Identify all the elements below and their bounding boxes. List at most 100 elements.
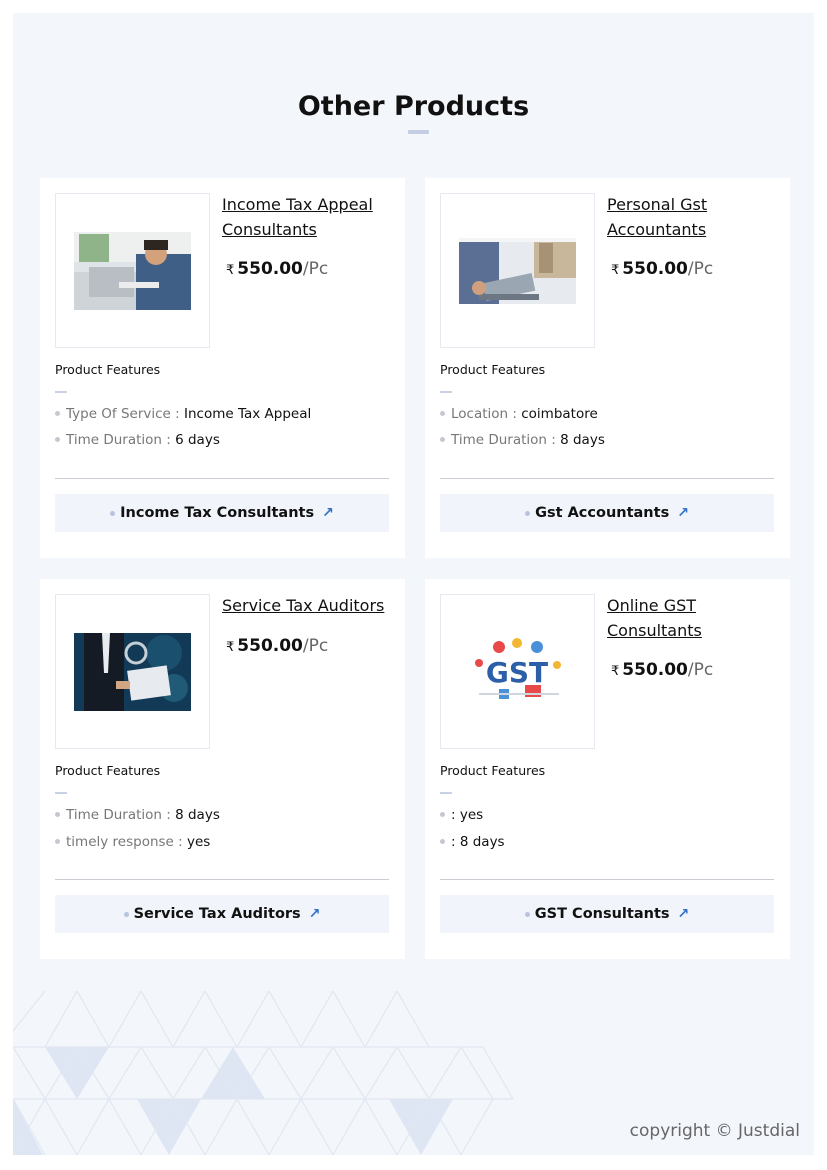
bullet-icon [110, 510, 116, 516]
bullet-icon [55, 410, 60, 416]
product-price: ₹550.00/Pc [226, 636, 328, 656]
product-image-frame[interactable] [55, 193, 210, 348]
product-name-link[interactable]: Personal Gst Accountants [607, 192, 777, 242]
bullet-icon [440, 811, 445, 817]
rupee-icon: ₹ [226, 640, 235, 655]
card-divider [440, 879, 774, 880]
feature-value: yes [459, 807, 484, 823]
product-card: GST Online GST Consultants ₹550.00/Pc Pr… [425, 579, 790, 959]
arrow-up-right-icon: ↗ [677, 505, 689, 521]
feature-item: Time Duration : 6 days [55, 432, 220, 448]
bullet-icon [55, 811, 60, 817]
arrow-up-right-icon: ↗ [308, 906, 321, 922]
product-image-frame[interactable]: GST [440, 594, 595, 749]
section-title: Other Products [297, 91, 530, 122]
feature-value: Income Tax Appeal [184, 406, 312, 422]
price-amount: 550.00 [237, 636, 303, 656]
feature-separator: : [170, 406, 185, 422]
feature-separator: : [161, 807, 176, 823]
feature-item: Time Duration : 8 days [55, 807, 220, 823]
feature-separator: : [451, 807, 460, 823]
feature-separator: : [451, 834, 460, 850]
feature-key: Time Duration [66, 807, 162, 823]
features-title: Product Features [440, 362, 546, 377]
product-image [459, 237, 576, 304]
price-unit: /Pc [687, 259, 714, 279]
features-divider [55, 792, 67, 794]
card-divider [55, 879, 389, 880]
feature-separator: : [546, 432, 561, 448]
feature-separator: : [161, 432, 176, 448]
rupee-icon: ₹ [611, 263, 620, 278]
features-divider [440, 391, 452, 393]
arrow-up-right-icon: ↗ [322, 505, 334, 521]
rupee-icon: ₹ [226, 263, 235, 278]
features-title: Product Features [55, 763, 161, 778]
product-name-link[interactable]: Service Tax Auditors [222, 593, 392, 618]
feature-key: Time Duration [66, 432, 162, 448]
feature-item: Time Duration : 8 days [440, 432, 605, 448]
feature-value: yes [187, 834, 211, 850]
feature-item: : yes [440, 807, 483, 823]
feature-item: timely response : yes [55, 834, 210, 850]
product-image-frame[interactable] [55, 594, 210, 749]
features-divider [55, 391, 67, 393]
feature-separator: : [173, 834, 187, 850]
feature-key: Location [451, 406, 509, 422]
bullet-icon [440, 838, 445, 844]
features-divider [440, 792, 452, 794]
bullet-icon [123, 911, 129, 917]
category-button-label: Income Tax Consultants [120, 505, 315, 521]
feature-key: Type Of Service [66, 406, 171, 422]
feature-value: 6 days [175, 432, 220, 448]
arrow-up-right-icon: ↗ [677, 906, 690, 922]
product-price: ₹550.00/Pc [611, 259, 713, 279]
features-title: Product Features [55, 362, 161, 377]
category-button[interactable]: Gst Accountants ↗ [440, 494, 774, 532]
category-button[interactable]: Income Tax Consultants ↗ [55, 494, 389, 532]
price-amount: 550.00 [237, 259, 303, 279]
feature-item: Location : coimbatore [440, 406, 598, 422]
category-button-label: Gst Accountants [535, 505, 670, 521]
product-card: Service Tax Auditors ₹550.00/Pc Product … [40, 579, 405, 959]
price-amount: 550.00 [622, 660, 688, 680]
card-divider [440, 478, 774, 479]
product-image [74, 231, 191, 310]
product-card: Income Tax Appeal Consultants ₹550.00/Pc… [40, 178, 405, 558]
feature-key: timely response [66, 834, 174, 850]
product-image-frame[interactable] [440, 193, 595, 348]
product-image: GST [459, 632, 576, 711]
page: Other Products Income Tax Appeal Consult… [13, 13, 814, 1155]
category-button[interactable]: Service Tax Auditors ↗ [55, 895, 389, 933]
category-button-label: Service Tax Auditors [133, 906, 301, 922]
card-divider [55, 478, 389, 479]
price-amount: 550.00 [622, 259, 688, 279]
product-card: Personal Gst Accountants ₹550.00/Pc Prod… [425, 178, 790, 558]
bullet-icon [55, 838, 60, 844]
feature-key: Time Duration [451, 432, 547, 448]
product-price: ₹550.00/Pc [226, 259, 328, 279]
bullet-icon [55, 436, 60, 442]
product-price: ₹550.00/Pc [611, 660, 713, 680]
bullet-icon [524, 911, 530, 917]
product-name-link[interactable]: Income Tax Appeal Consultants [222, 192, 392, 242]
category-button[interactable]: GST Consultants ↗ [440, 895, 774, 933]
title-underline [408, 130, 429, 134]
price-unit: /Pc [302, 636, 329, 656]
gst-image-text: GST [486, 656, 548, 689]
feature-value: 8 days [459, 834, 505, 850]
feature-value: 8 days [560, 432, 605, 448]
copyright-text: copyright © Justdial [629, 1121, 800, 1141]
price-unit: /Pc [687, 660, 714, 680]
category-button-label: GST Consultants [534, 906, 670, 922]
feature-value: 8 days [175, 807, 220, 823]
feature-item: Type Of Service : Income Tax Appeal [55, 406, 311, 422]
bullet-icon [440, 410, 445, 416]
bullet-icon [525, 510, 531, 516]
product-name-link[interactable]: Online GST Consultants [607, 593, 777, 643]
bullet-icon [440, 436, 445, 442]
triangle-pattern-decoration [13, 991, 514, 1155]
feature-separator: : [508, 406, 522, 422]
rupee-icon: ₹ [611, 664, 620, 679]
feature-value: coimbatore [521, 406, 598, 422]
